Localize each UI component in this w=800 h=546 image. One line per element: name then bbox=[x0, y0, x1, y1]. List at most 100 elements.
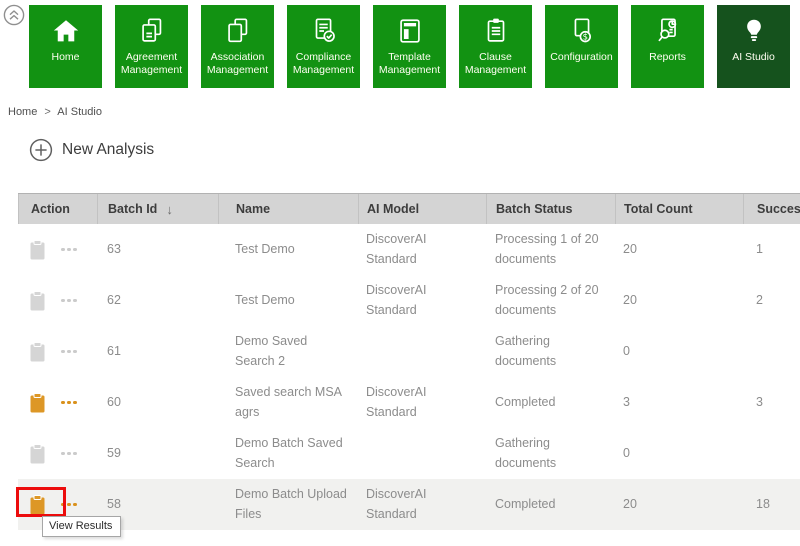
more-actions-icon[interactable] bbox=[61, 401, 79, 405]
view-results-icon bbox=[30, 291, 45, 311]
column-header-ai-model[interactable]: AI Model bbox=[358, 194, 486, 224]
lightbulb-icon bbox=[739, 13, 769, 48]
nav-tile-association-management[interactable]: Association Management bbox=[201, 5, 274, 88]
nav-tile-label: AI Studio bbox=[730, 51, 777, 64]
cell-batch-id: 62 bbox=[97, 287, 218, 314]
cell-total-count: 3 bbox=[615, 389, 743, 416]
cell-success: 2 bbox=[743, 287, 800, 314]
cell-name: Test Demo bbox=[218, 287, 358, 314]
home-icon bbox=[51, 13, 81, 48]
cell-success bbox=[743, 348, 800, 356]
table-header-row: Action Batch Id↓ Name AI Model Batch Sta… bbox=[18, 193, 800, 224]
plus-circle-icon bbox=[29, 138, 53, 162]
more-actions-icon bbox=[61, 350, 79, 354]
more-actions-icon bbox=[61, 299, 79, 303]
cell-batch-id: 58 bbox=[97, 491, 218, 518]
cell-batch-id: 63 bbox=[97, 236, 218, 263]
table-row: 60 Saved search MSA agrs DiscoverAI Stan… bbox=[18, 377, 800, 428]
breadcrumb: Home > AI Studio bbox=[8, 106, 102, 118]
doc-search-icon bbox=[653, 13, 683, 48]
nav-tile-label: Configuration bbox=[548, 51, 614, 64]
clipboard-lines-icon bbox=[481, 13, 511, 48]
template-layout-icon bbox=[395, 13, 425, 48]
new-analysis-label: New Analysis bbox=[62, 141, 154, 159]
table-row: 61 Demo Saved Search 2 Gathering documen… bbox=[18, 326, 800, 377]
nav-tile-clause-management[interactable]: Clause Management bbox=[459, 5, 532, 88]
breadcrumb-home[interactable]: Home bbox=[8, 106, 37, 118]
cell-ai-model: DiscoverAI Standard bbox=[358, 481, 486, 528]
cell-success bbox=[743, 450, 800, 458]
cell-total-count: 20 bbox=[615, 287, 743, 314]
breadcrumb-separator: > bbox=[44, 106, 50, 118]
cell-total-count: 0 bbox=[615, 338, 743, 365]
cell-ai-model bbox=[358, 348, 486, 356]
svg-text:$: $ bbox=[582, 31, 587, 41]
agreement-docs-icon bbox=[137, 13, 167, 48]
cell-batch-status: Gathering documents bbox=[486, 328, 615, 375]
column-header-total-count[interactable]: Total Count bbox=[615, 194, 743, 224]
nav-tile-agreement-management[interactable]: Agreement Management bbox=[115, 5, 188, 88]
sort-descending-icon: ↓ bbox=[166, 202, 173, 217]
cell-total-count: 0 bbox=[615, 440, 743, 467]
view-results-tooltip: View Results bbox=[42, 516, 121, 537]
cell-batch-status: Completed bbox=[486, 389, 615, 416]
breadcrumb-ai-studio[interactable]: AI Studio bbox=[57, 106, 102, 118]
cell-name: Demo Batch Upload Files bbox=[218, 481, 358, 528]
table-row: 58 Demo Batch Upload Files DiscoverAI St… bbox=[18, 479, 800, 530]
collapse-ribbon-button[interactable] bbox=[3, 4, 25, 26]
cell-batch-id: 59 bbox=[97, 440, 218, 467]
batches-table: Action Batch Id↓ Name AI Model Batch Sta… bbox=[18, 193, 800, 530]
view-results-icon bbox=[30, 342, 45, 362]
doc-check-icon bbox=[309, 13, 339, 48]
nav-tile-ai-studio[interactable]: AI Studio bbox=[717, 5, 790, 88]
column-header-batch-status[interactable]: Batch Status bbox=[486, 194, 615, 224]
nav-tile-label: Agreement Management bbox=[115, 51, 188, 77]
new-analysis-button[interactable]: New Analysis bbox=[29, 138, 154, 162]
nav-tile-template-management[interactable]: Template Management bbox=[373, 5, 446, 88]
double-chevron-up-icon bbox=[3, 13, 25, 30]
doc-dollar-icon: $ bbox=[567, 13, 597, 48]
nav-tile-reports[interactable]: Reports bbox=[631, 5, 704, 88]
cell-name: Test Demo bbox=[218, 236, 358, 263]
association-docs-icon bbox=[223, 13, 253, 48]
cell-success: 3 bbox=[743, 389, 800, 416]
cell-name: Demo Batch Saved Search bbox=[218, 430, 358, 477]
cell-batch-id: 61 bbox=[97, 338, 218, 365]
more-actions-icon[interactable] bbox=[61, 503, 79, 507]
column-header-success[interactable]: Success bbox=[743, 194, 800, 224]
cell-batch-id: 60 bbox=[97, 389, 218, 416]
nav-tile-label: Compliance Management bbox=[287, 51, 360, 77]
cell-batch-status: Completed bbox=[486, 491, 615, 518]
column-header-action[interactable]: Action bbox=[18, 194, 97, 224]
nav-tile-label: Reports bbox=[647, 51, 688, 64]
column-header-batch-id[interactable]: Batch Id↓ bbox=[97, 194, 218, 224]
cell-ai-model: DiscoverAI Standard bbox=[358, 277, 486, 324]
cell-batch-status: Processing 2 of 20 documents bbox=[486, 277, 615, 324]
cell-ai-model bbox=[358, 450, 486, 458]
nav-tile-label: Association Management bbox=[201, 51, 274, 77]
more-actions-icon bbox=[61, 248, 79, 252]
nav-tile-compliance-management[interactable]: Compliance Management bbox=[287, 5, 360, 88]
view-results-icon[interactable] bbox=[30, 393, 45, 413]
cell-success: 18 bbox=[743, 491, 800, 518]
main-navigation: Home Agreement Management Association Ma… bbox=[29, 5, 790, 88]
table-row: 59 Demo Batch Saved Search Gathering doc… bbox=[18, 428, 800, 479]
cell-batch-status: Processing 1 of 20 documents bbox=[486, 226, 615, 273]
column-header-name[interactable]: Name bbox=[218, 194, 358, 224]
nav-tile-label: Template Management bbox=[373, 51, 446, 77]
nav-tile-configuration[interactable]: $ Configuration bbox=[545, 5, 618, 88]
cell-total-count: 20 bbox=[615, 491, 743, 518]
view-results-icon[interactable] bbox=[30, 495, 45, 515]
cell-success: 1 bbox=[743, 236, 800, 263]
table-row: 62 Test Demo DiscoverAI Standard Process… bbox=[18, 275, 800, 326]
nav-tile-home[interactable]: Home bbox=[29, 5, 102, 88]
cell-batch-status: Gathering documents bbox=[486, 430, 615, 477]
table-row: 63 Test Demo DiscoverAI Standard Process… bbox=[18, 224, 800, 275]
cell-total-count: 20 bbox=[615, 236, 743, 263]
cell-name: Saved search MSA agrs bbox=[218, 379, 358, 426]
cell-ai-model: DiscoverAI Standard bbox=[358, 226, 486, 273]
view-results-icon bbox=[30, 240, 45, 260]
nav-tile-label: Clause Management bbox=[459, 51, 532, 77]
nav-tile-label: Home bbox=[49, 51, 81, 64]
more-actions-icon bbox=[61, 452, 79, 456]
